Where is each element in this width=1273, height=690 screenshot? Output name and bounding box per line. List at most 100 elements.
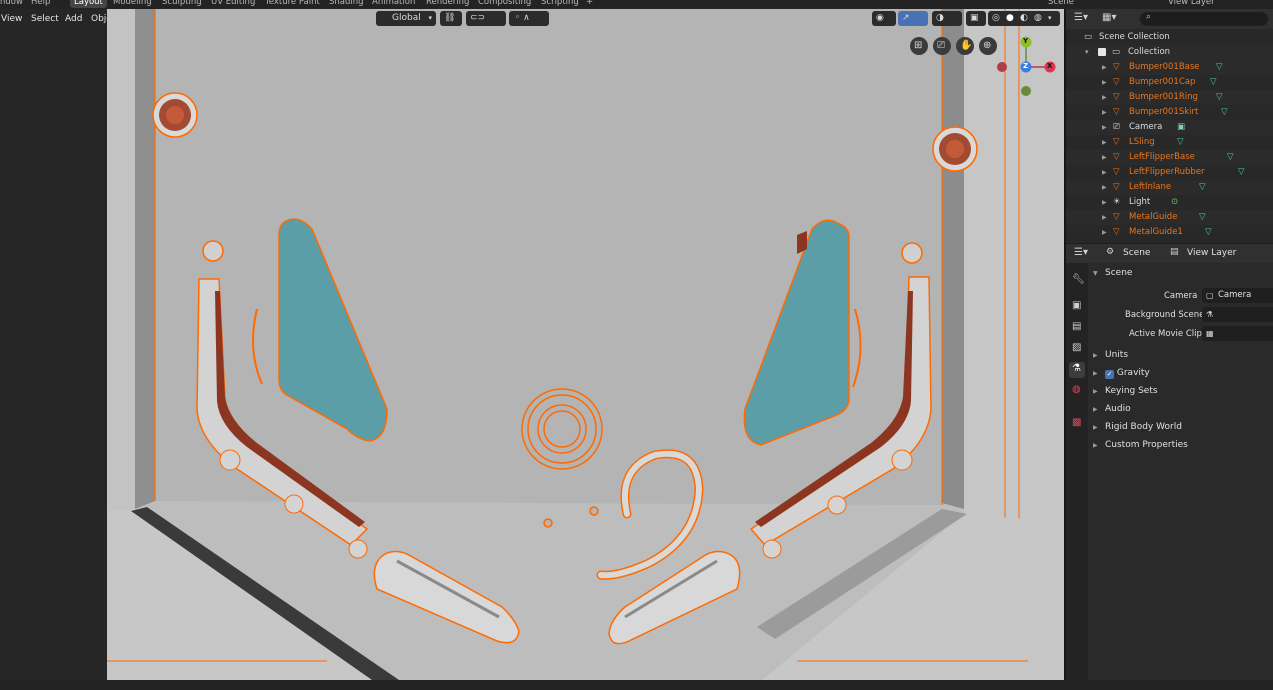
- menu-add[interactable]: Add: [65, 11, 82, 27]
- view-layer-tab[interactable]: ▨: [1069, 341, 1085, 357]
- chevron-right-icon[interactable]: ▶: [1102, 105, 1107, 120]
- view-layer-selector[interactable]: View Layer: [1168, 0, 1215, 8]
- mesh-data-icon[interactable]: ▽: [1216, 90, 1223, 105]
- outliner-item[interactable]: ▶ ▽ LeftFlipperRubber ▽: [1066, 165, 1273, 180]
- outliner-item[interactable]: ▶ ▽ LSling ▽: [1066, 135, 1273, 150]
- pan-view-button[interactable]: ✋: [956, 37, 974, 55]
- gravity-checkbox[interactable]: ✓: [1105, 370, 1114, 379]
- workspace-tab-rendering[interactable]: Rendering: [426, 0, 469, 8]
- snap-button[interactable]: ⊂⊃: [466, 11, 506, 26]
- workspace-tab-shading[interactable]: Shading: [329, 0, 364, 8]
- header-scene-label[interactable]: Scene: [1123, 248, 1150, 258]
- outliner-item[interactable]: ▶ ▽ Bumper001Base ▽: [1066, 60, 1273, 75]
- chevron-right-icon[interactable]: ▶: [1102, 180, 1107, 195]
- outliner-item[interactable]: ▶ ▽ MetalGuide1 ▽: [1066, 225, 1273, 240]
- chevron-right-icon[interactable]: ▶: [1102, 195, 1107, 210]
- display-mode-icon[interactable]: ▦▾: [1102, 12, 1116, 23]
- outliner-item[interactable]: ▶ ☀ Light ⊙: [1066, 195, 1273, 210]
- chevron-right-icon[interactable]: ▶: [1102, 225, 1107, 240]
- scene-selector[interactable]: Scene: [1048, 0, 1074, 8]
- mesh-data-icon[interactable]: ▽: [1221, 105, 1228, 120]
- shading-mode-buttons[interactable]: ◎ ● ◐ ◍ ▾: [988, 11, 1060, 26]
- outliner-item[interactable]: ▶ ▽ LeftInlane ▽: [1066, 180, 1273, 195]
- gravity-panel[interactable]: ▶ ✓ Gravity: [1090, 365, 1273, 382]
- tool-tab[interactable]: 🔧︎: [1069, 273, 1085, 289]
- scene-tab[interactable]: ⚗: [1069, 362, 1085, 378]
- workspace-tab--[interactable]: +: [586, 0, 593, 8]
- light-data-icon[interactable]: ⊙: [1171, 195, 1178, 210]
- workspace-tab-texture-paint[interactable]: Texture Paint: [265, 0, 320, 8]
- texture-tab[interactable]: ▩: [1069, 416, 1085, 432]
- outliner-item[interactable]: ▶ ▽ MetalGuide ▽: [1066, 210, 1273, 225]
- transform-orientation-dropdown[interactable]: Global ▾: [376, 11, 436, 26]
- camera-field[interactable]: ▢ Camera: [1202, 288, 1273, 303]
- menu-select[interactable]: Select: [31, 11, 59, 27]
- chevron-right-icon[interactable]: ▶: [1102, 135, 1107, 150]
- xray-button[interactable]: ▣: [966, 11, 986, 26]
- proportional-edit-button[interactable]: ◦ ∧: [509, 11, 549, 26]
- checkbox-icon[interactable]: [1098, 48, 1106, 56]
- workspace-tab-modeling[interactable]: Modeling: [113, 0, 152, 8]
- mesh-data-icon[interactable]: ▽: [1199, 180, 1206, 195]
- workspace-tab-layout[interactable]: Layout: [70, 0, 107, 8]
- selectability-button[interactable]: ◉: [872, 11, 896, 26]
- pivot-point-button[interactable]: ⛓: [440, 11, 462, 26]
- editor-type-icon[interactable]: ☰▾: [1074, 12, 1088, 23]
- workspace-tab-ndow[interactable]: ndow: [0, 0, 23, 8]
- chevron-down-icon[interactable]: ▾: [1048, 11, 1052, 26]
- wireframe-shading-icon[interactable]: ◎: [992, 11, 1000, 26]
- camera-data-icon[interactable]: ▣: [1177, 120, 1185, 135]
- units-panel[interactable]: ▶ Units: [1090, 347, 1273, 364]
- outliner-search-input[interactable]: ⌕: [1140, 12, 1268, 26]
- render-tab[interactable]: ▣: [1069, 299, 1085, 315]
- mesh-data-icon[interactable]: ▽: [1177, 135, 1184, 150]
- outliner-scene-collection[interactable]: ▭ Scene Collection: [1066, 30, 1273, 45]
- chevron-down-icon[interactable]: ▾: [1085, 45, 1089, 60]
- chevron-right-icon[interactable]: ▶: [1102, 90, 1107, 105]
- outliner-item[interactable]: ▶ ▽ Bumper001Ring ▽: [1066, 90, 1273, 105]
- outliner-item[interactable]: ▶ ▽ Bumper001Cap ▽: [1066, 75, 1273, 90]
- 3d-viewport[interactable]: [107, 9, 1064, 680]
- mesh-data-icon[interactable]: ▽: [1238, 165, 1245, 180]
- mesh-data-icon[interactable]: ▽: [1227, 150, 1234, 165]
- output-tab[interactable]: ▤: [1069, 320, 1085, 336]
- mesh-data-icon[interactable]: ▽: [1199, 210, 1206, 225]
- workspace-tab-sculpting[interactable]: Sculpting: [162, 0, 202, 8]
- rendered-shading-icon[interactable]: ◍: [1034, 11, 1042, 26]
- custom-properties-panel[interactable]: ▶ Custom Properties: [1090, 437, 1273, 454]
- scene-section-header[interactable]: ▼ Scene: [1090, 265, 1273, 282]
- mesh-data-icon[interactable]: ▽: [1210, 75, 1217, 90]
- chevron-right-icon[interactable]: ▶: [1102, 75, 1107, 90]
- chevron-right-icon[interactable]: ▶: [1102, 210, 1107, 225]
- chevron-right-icon[interactable]: ▶: [1102, 60, 1107, 75]
- mesh-data-icon[interactable]: ▽: [1216, 60, 1223, 75]
- mesh-data-icon[interactable]: ▽: [1205, 225, 1212, 240]
- grid-view-button[interactable]: ⊞: [910, 37, 928, 55]
- header-view-layer-label[interactable]: View Layer: [1187, 248, 1236, 258]
- camera-view-button[interactable]: ⎚: [933, 37, 951, 55]
- outliner-item[interactable]: ▶ ▽ LeftFlipperBase ▽: [1066, 150, 1273, 165]
- gizmo-toggle-button[interactable]: ↗: [898, 11, 928, 26]
- menu-view[interactable]: View: [1, 11, 22, 27]
- rigid-body-world-panel[interactable]: ▶ Rigid Body World: [1090, 419, 1273, 436]
- outliner-collection[interactable]: ▾ ▭ Collection: [1066, 45, 1273, 60]
- editor-type-icon[interactable]: ☰▾: [1074, 247, 1088, 258]
- workspace-tab-scripting[interactable]: Scripting: [541, 0, 579, 8]
- chevron-right-icon[interactable]: ▶: [1102, 150, 1107, 165]
- workspace-tab-compositing[interactable]: Compositing: [478, 0, 531, 8]
- background-scene-field[interactable]: ⚗: [1202, 307, 1273, 322]
- chevron-right-icon[interactable]: ▶: [1102, 120, 1107, 135]
- material-shading-icon[interactable]: ◐: [1020, 11, 1028, 26]
- solid-shading-icon[interactable]: ●: [1006, 11, 1014, 26]
- overlays-button[interactable]: ◑: [932, 11, 962, 26]
- keying-sets-panel[interactable]: ▶ Keying Sets: [1090, 383, 1273, 400]
- workspace-tab-uv-editing[interactable]: UV Editing: [211, 0, 255, 8]
- outliner-item[interactable]: ▶ ▽ Bumper001Skirt ▽: [1066, 105, 1273, 120]
- audio-panel[interactable]: ▶ Audio: [1090, 401, 1273, 418]
- outliner-item[interactable]: ▶ ⎚ Camera ▣: [1066, 120, 1273, 135]
- chevron-right-icon[interactable]: ▶: [1102, 165, 1107, 180]
- world-tab[interactable]: ◍: [1069, 383, 1085, 399]
- workspace-tab-help[interactable]: Help: [31, 0, 50, 8]
- active-movie-clip-field[interactable]: ▦: [1202, 326, 1273, 341]
- workspace-tab-animation[interactable]: Animation: [372, 0, 415, 8]
